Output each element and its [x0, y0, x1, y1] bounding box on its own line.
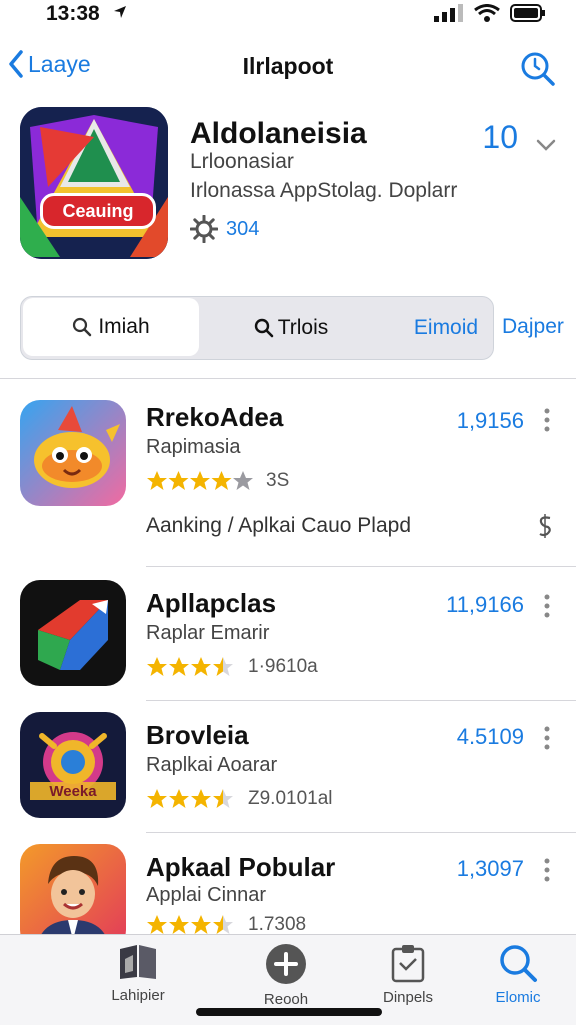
stars-icon: [147, 657, 233, 676]
list-item-number: 1,3097: [456, 856, 524, 881]
list-item-number: 1,9156: [456, 408, 524, 433]
chevron-down-icon: [536, 139, 556, 151]
app-name: Aldolaneisia: [190, 117, 367, 150]
segment-1[interactable]: Imiah: [23, 298, 199, 356]
search-icon: [500, 945, 537, 982]
app-description: Irlonassa AppStolag. Doplarr: [190, 179, 458, 202]
app-icon-label: Ceauing: [40, 193, 156, 229]
divider: [146, 566, 576, 567]
status-time: 13:38: [46, 2, 100, 25]
tab-4-label: Elomic: [495, 989, 541, 1006]
stars-icon: [147, 789, 233, 808]
more-options-button[interactable]: [542, 408, 552, 432]
star-rating: 3S: [146, 470, 289, 492]
search-button[interactable]: [518, 49, 556, 92]
battery-icon: [510, 4, 546, 27]
location-arrow-icon: [112, 4, 128, 25]
more-vertical-icon: [544, 408, 550, 432]
emblem-icon: Weeka: [30, 732, 116, 800]
list-item-name: Apkaal Pobular: [146, 852, 336, 882]
share-icon[interactable]: [538, 514, 552, 544]
segment-2-label: Trlois: [277, 316, 329, 339]
segment-2[interactable]: Trlois: [211, 297, 371, 359]
list-item-name: RrekoAdea: [146, 402, 284, 432]
list-item-number: 4.5109: [456, 724, 524, 749]
app-icon: Weeka: [20, 712, 126, 818]
gear-icon: [190, 215, 218, 243]
list-item-name: Apllapclas: [146, 588, 277, 618]
rating-count: 3S: [266, 470, 290, 491]
plus-circle-icon: [266, 944, 306, 984]
arrow-logo-icon: [38, 600, 108, 670]
stars-icon: [147, 915, 233, 934]
segment-1-label: Imiah: [98, 315, 150, 338]
more-vertical-icon: [544, 726, 550, 750]
star-rating: 1·9610a: [146, 656, 318, 678]
tab-3-label: Dinpels: [382, 989, 434, 1006]
status-bar: 13:38: [0, 0, 576, 30]
tab-3[interactable]: Dinpels: [348, 943, 468, 1006]
segment-3[interactable]: Eimoid: [391, 297, 501, 359]
search-icon: [73, 317, 92, 337]
tab-2[interactable]: Reooh: [226, 943, 346, 1008]
star-rating: 1.7308: [146, 914, 306, 936]
expand-button[interactable]: [536, 138, 556, 156]
search-icon: [254, 318, 274, 338]
tab-2-label: Reooh: [263, 991, 309, 1008]
rating-count: 1·9610a: [248, 656, 318, 677]
divider: [146, 700, 576, 701]
app-icon: [20, 580, 126, 686]
clipboard-icon: [391, 945, 425, 983]
app-number: 10: [482, 119, 518, 155]
app-subtitle: Lrloonasiar: [190, 150, 294, 173]
navigation-bar: Laaye Ilrlapoot: [0, 40, 576, 96]
divider: [146, 832, 576, 833]
search-icon: [521, 52, 555, 86]
star-rating: Z9.0101al: [146, 788, 333, 810]
more-options-button[interactable]: [542, 594, 552, 618]
triangle-logo-icon: [20, 107, 168, 259]
stars-icon: [147, 471, 253, 490]
emblem-text: Weeka: [49, 783, 97, 800]
segment-3-label: Eimoid: [413, 316, 479, 339]
list-item-subtitle: Raplkai Aoarar: [146, 754, 278, 776]
tab-1-label: Lahipier: [111, 987, 165, 1004]
list-item-name: Brovleia: [146, 720, 249, 750]
book-icon: [120, 945, 156, 979]
more-options-button[interactable]: [542, 858, 552, 882]
list-item-subtitle: Raplar Emarir: [146, 622, 270, 644]
more-vertical-icon: [544, 594, 550, 618]
app-header: Ceauing Aldolaneisia Lrloonasiar Irlonas…: [0, 105, 576, 265]
rating-count: Z9.0101al: [248, 788, 333, 809]
divider: [0, 378, 576, 379]
home-indicator[interactable]: [196, 1008, 382, 1016]
wifi-icon: [474, 4, 500, 27]
signal-icon: [434, 4, 464, 27]
segment-extra-link[interactable]: Dajper: [502, 315, 564, 339]
segmented-control: Imiah Trlois Eimoid: [20, 296, 494, 360]
tab-1[interactable]: Lahipier: [78, 943, 198, 1004]
list-item-subtitle: Rapimasia: [146, 436, 241, 458]
mascot-icon: [34, 406, 120, 488]
page-title: Ilrlapoot: [242, 53, 334, 79]
app-rating-value: 304: [226, 217, 260, 240]
tab-4[interactable]: Elomic: [458, 943, 576, 1006]
app-icon: [20, 400, 126, 506]
ranking-text: Aanking / Aplkai Cauo Plapd: [146, 514, 412, 537]
list-item-subtitle: Applai Cinnar: [146, 884, 267, 906]
app-icon[interactable]: Ceauing: [20, 107, 168, 259]
app-rating: 304: [190, 215, 259, 243]
rating-count: 1.7308: [248, 914, 307, 935]
more-vertical-icon: [544, 858, 550, 882]
more-options-button[interactable]: [542, 726, 552, 750]
list-item-number: 11,9166: [446, 592, 524, 617]
